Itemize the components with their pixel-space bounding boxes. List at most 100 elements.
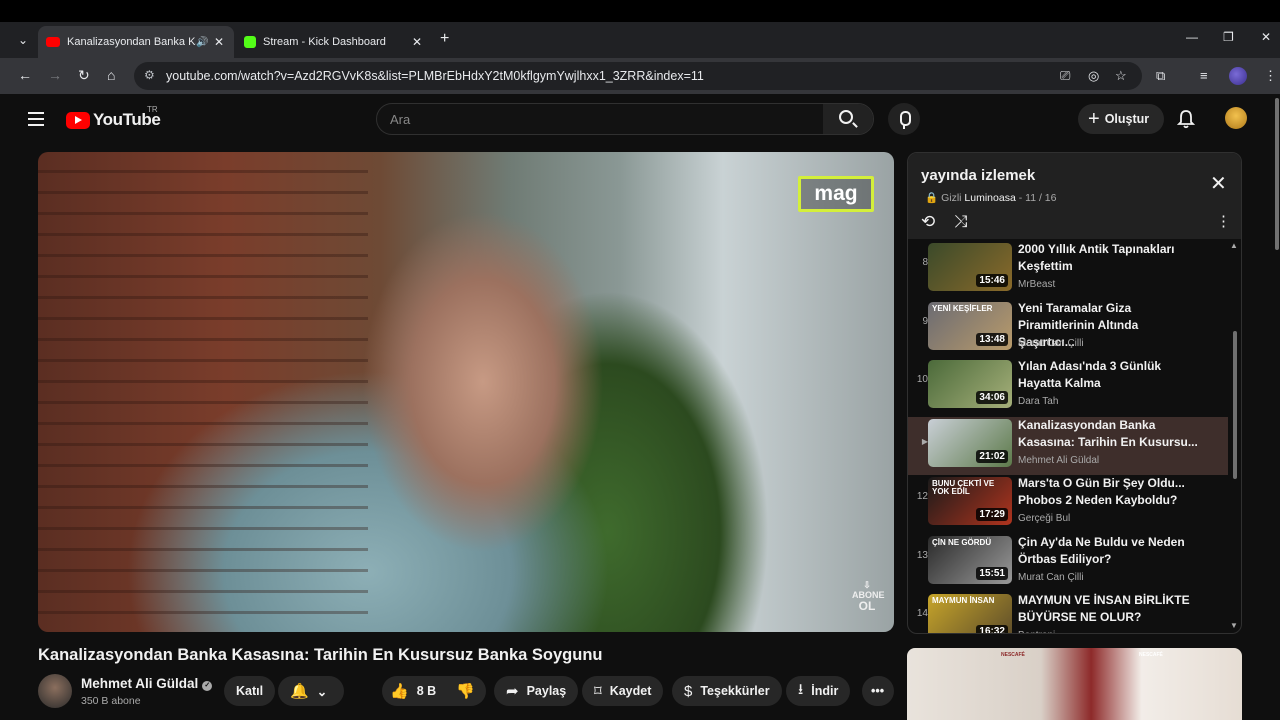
window-close-icon[interactable]: ✕ <box>1261 30 1271 44</box>
address-bar[interactable]: ⚙ youtube.com/watch?v=Azd2RGVvK8s&list=P… <box>134 62 1142 90</box>
account-avatar[interactable] <box>1225 107 1247 129</box>
profile-avatar[interactable] <box>1229 67 1247 85</box>
playlist-item[interactable]: 9 YENİ KEŞİFLER 13:48 Yeni Taramalar Giza P… <box>908 300 1228 358</box>
channel-avatar[interactable] <box>38 674 72 708</box>
sidebar-ad-banner[interactable]: NESCAFÉ NESCAFÉ <box>907 648 1242 720</box>
star-icon[interactable]: ☆ <box>1115 68 1127 84</box>
browser-toolbar: ← → ↻ ⌂ ⚙ youtube.com/watch?v=Azd2RGVvK8… <box>0 58 1280 94</box>
hamburger-menu-icon[interactable] <box>28 112 44 130</box>
playlist-item[interactable]: 12 BUNU ÇEKTİ VE YOK EDİL 17:29 Mars'ta O G… <box>908 475 1228 533</box>
playlist-item[interactable]: 10 34:06 Yılan Adası'nda 3 Günlük Hayatta … <box>908 358 1228 416</box>
playlist-item-index: 9 <box>922 315 928 327</box>
tab-search-icon[interactable]: ⌄ <box>12 30 34 50</box>
ad-brand-left: NESCAFÉ <box>1001 652 1025 658</box>
youtube-favicon-icon <box>46 37 60 47</box>
playlist-item-thumbnail[interactable]: MAYMUN İNSAN 16:32 <box>928 594 1012 633</box>
join-label: Katıl <box>236 684 264 698</box>
playlist-item[interactable]: 14 MAYMUN İNSAN 16:32 MAYMUN VE İNSAN BİRLİ… <box>908 592 1228 633</box>
video-player[interactable]: mag ⇩ ABONE OL <box>38 152 894 632</box>
playlist-item[interactable]: 8 15:46 2000 Yıllık Antik Tapınakları Keşf… <box>908 241 1228 299</box>
playlist-more-icon[interactable]: ⋮ <box>1216 212 1231 230</box>
search-button[interactable] <box>823 104 873 134</box>
reload-icon[interactable]: ↻ <box>78 67 90 84</box>
share-label: Paylaş <box>526 684 567 698</box>
scroll-down-icon[interactable]: ▼ <box>1230 621 1238 630</box>
menu-icon[interactable]: ⋮ <box>1264 68 1277 84</box>
more-horiz-icon: ••• <box>871 684 885 698</box>
search-box[interactable]: Ara <box>376 103 874 135</box>
url-text[interactable]: youtube.com/watch?v=Azd2RGVvK8s&list=PLM… <box>166 69 704 83</box>
playlist-item-thumbnail[interactable]: BUNU ÇEKTİ VE YOK EDİL 17:29 <box>928 477 1012 525</box>
share-button[interactable]: ➦ Paylaş <box>494 676 579 706</box>
playlist-item-thumbnail[interactable]: 21:02 <box>928 418 1012 467</box>
site-info-icon[interactable]: ⚙ <box>144 68 155 82</box>
channel-name-text[interactable]: Mehmet Ali Güldal <box>81 676 198 691</box>
thumbs-down-icon: 👎 <box>456 683 475 700</box>
join-button[interactable]: Katıl <box>224 676 276 706</box>
shuffle-icon[interactable]: ⤨ <box>954 212 968 232</box>
playlist-item-thumbnail[interactable]: YENİ KEŞİFLER 13:48 <box>928 301 1012 350</box>
playlist-item[interactable]: ▶ 21:02 Kanalizasyondan Banka Kasasına: Ta… <box>908 416 1228 475</box>
dislike-button[interactable]: 👎 <box>446 676 486 706</box>
thanks-button[interactable]: $ Teşekkürler <box>672 676 782 706</box>
playlist-item-title[interactable]: Mars'ta O Gün Bir Şey Oldu... Phobos 2 N… <box>1018 475 1198 509</box>
playlist-item-title[interactable]: Çin Ay'da Ne Buldu ve Neden Örtbas Edili… <box>1018 534 1198 568</box>
eye-off-icon[interactable]: ◎ <box>1088 68 1099 84</box>
playlist-item-thumbnail[interactable]: 15:46 <box>928 243 1012 291</box>
page-scrollbar[interactable] <box>1274 94 1280 720</box>
search-icon <box>839 110 853 124</box>
download-button[interactable]: ⭳ İndir <box>786 676 851 706</box>
channel-watermark: mag <box>798 176 874 212</box>
subscribe-overlay[interactable]: ⇩ ABONE OL <box>852 580 885 613</box>
close-tab-icon[interactable]: ✕ <box>212 35 226 49</box>
ad-brand-right: NESCAFÉ <box>1139 652 1163 658</box>
save-button[interactable]: ⌑ Kaydet <box>582 676 664 706</box>
back-icon[interactable]: ← <box>18 67 32 83</box>
subscriber-count: 350 B abone <box>81 695 141 707</box>
lock-icon: 🔒 <box>925 192 939 204</box>
audio-playing-icon[interactable]: 🔊 <box>196 37 212 48</box>
playlist-item-index: 13 <box>916 549 928 561</box>
minimize-icon[interactable]: — <box>1186 30 1198 44</box>
thanks-label: Teşekkürler <box>700 684 770 698</box>
create-button[interactable]: + Oluştur <box>1078 104 1164 134</box>
playlist-scrollbar[interactable] <box>1233 331 1237 479</box>
playlist-item-title[interactable]: MAYMUN VE İNSAN BİRLİKTE BÜYÜRSE NE OLUR… <box>1018 592 1198 626</box>
playlist-item-thumbnail[interactable]: ÇİN NE GÖRDÜ 15:51 <box>928 535 1012 584</box>
playlist-item-author: Murat Can Çilli <box>1018 337 1084 349</box>
home-icon[interactable]: ⌂ <box>107 67 115 83</box>
playlist-item-title[interactable]: 2000 Yıllık Antik Tapınakları Keşfettim <box>1018 241 1198 275</box>
close-tab-icon[interactable]: ✕ <box>410 35 424 49</box>
playlist-panel: yayında izlemek 🔒 Gizli Luminoasa - 11 / … <box>907 152 1242 634</box>
notifications-subscribed-button[interactable]: 🔔 ⌄ <box>278 676 344 706</box>
scroll-up-icon[interactable]: ▲ <box>1230 241 1238 250</box>
arrow-down-icon: ⇩ <box>863 580 871 590</box>
new-tab-icon[interactable]: + <box>440 30 449 48</box>
playlist-item-title[interactable]: Yılan Adası'nda 3 Günlük Hayatta Kalma <box>1018 358 1198 392</box>
voice-search-mic-icon[interactable] <box>888 103 920 135</box>
youtube-logo[interactable]: YouTube TR <box>66 105 161 130</box>
media-controls-icon[interactable]: ≡ <box>1200 68 1208 83</box>
more-actions-button[interactable]: ••• <box>862 676 894 706</box>
loop-icon[interactable]: ⟲ <box>921 212 935 232</box>
playlist-item-thumbnail[interactable]: 34:06 <box>928 360 1012 408</box>
maximize-icon[interactable]: ❐ <box>1223 30 1234 44</box>
channel-name[interactable]: Mehmet Ali Güldal ✓ <box>81 676 213 691</box>
duration-badge: 15:46 <box>976 274 1008 287</box>
cast-icon[interactable]: ⎚ <box>1060 68 1070 84</box>
playlist-item-index: 8 <box>922 257 928 268</box>
playlist-item-author: Murat Can Çilli <box>1018 571 1084 583</box>
close-playlist-icon[interactable]: ✕ <box>1210 171 1227 196</box>
download-label: İndir <box>811 684 839 698</box>
playlist-owner[interactable]: Luminoasa <box>964 192 1015 204</box>
notifications-bell-icon[interactable] <box>1177 109 1195 129</box>
search-input[interactable]: Ara <box>390 112 410 127</box>
extensions-icon[interactable]: ⧉ <box>1156 68 1165 84</box>
playlist-item[interactable]: 13 ÇİN NE GÖRDÜ 15:51 Çin Ay'da Ne Buldu ve… <box>908 534 1228 592</box>
forward-icon[interactable]: → <box>48 67 62 83</box>
playlist-item-title[interactable]: Kanalizasyondan Banka Kasasına: Tarihin … <box>1018 417 1198 451</box>
playlist-title[interactable]: yayında izlemek <box>921 167 1035 184</box>
tab-kick[interactable]: Stream - Kick Dashboard ✕ <box>236 26 432 58</box>
tab-youtube[interactable]: Kanalizasyondan Banka Kasası 🔊 ✕ <box>38 26 234 58</box>
thumbnail-overlay-text: BUNU ÇEKTİ VE YOK EDİL <box>932 479 995 496</box>
